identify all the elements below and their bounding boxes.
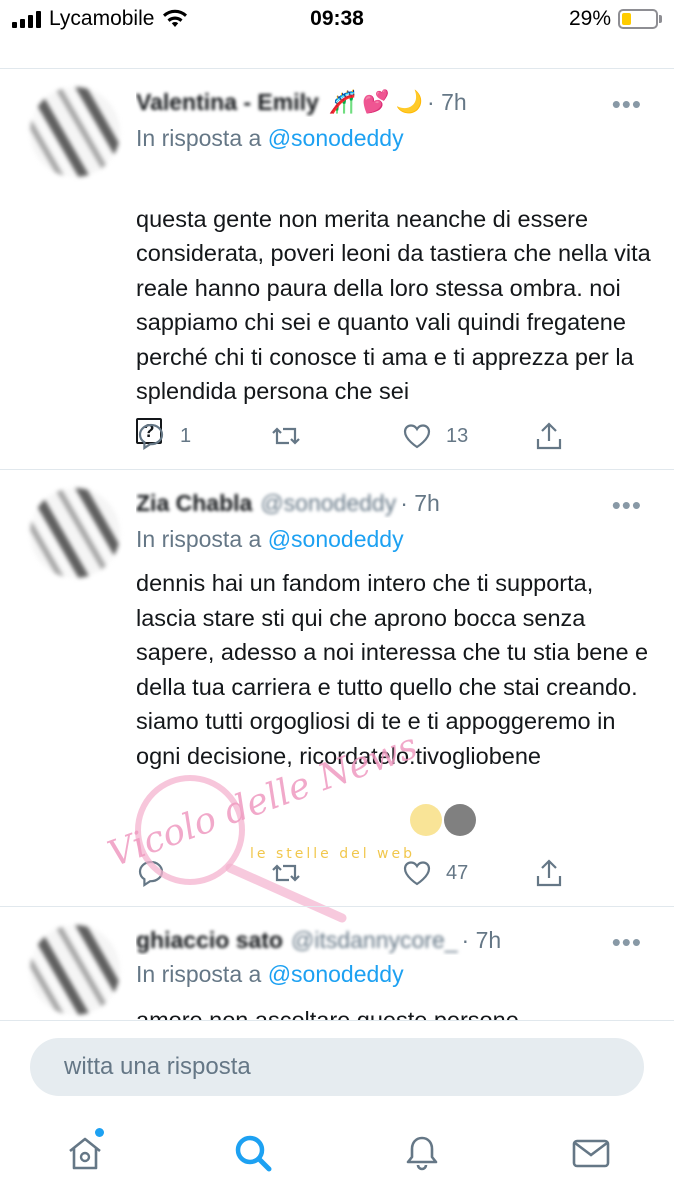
tweet-text: dennis hai un fandom intero che ti suppo… bbox=[136, 570, 649, 769]
like-count: 47 bbox=[446, 861, 469, 884]
more-options-icon[interactable]: ••• bbox=[612, 929, 642, 955]
reply-prefix: In risposta a bbox=[136, 961, 262, 987]
tweet-text: amore non ascoltare queste persone bbox=[136, 1007, 519, 1020]
retweet-icon bbox=[272, 427, 300, 445]
tab-notifications[interactable] bbox=[401, 1132, 443, 1174]
battery-icon bbox=[618, 9, 658, 29]
reply-button[interactable]: 1 bbox=[136, 419, 191, 453]
status-bar: Lycamobile 09:38 29% bbox=[0, 0, 674, 38]
reply-context: In risposta a @sonodeddy bbox=[136, 526, 404, 553]
like-count: 13 bbox=[446, 424, 469, 447]
search-icon bbox=[235, 1135, 272, 1172]
battery-percentage: 29% bbox=[568, 7, 611, 30]
reply-input[interactable]: witta una risposta bbox=[30, 1038, 644, 1096]
author-name[interactable]: ghiaccio sato bbox=[136, 927, 283, 954]
twitter-thread-screen: 1 3 Lycamobile 09:38 29% bbox=[0, 0, 674, 1200]
tweet-time: · 7h bbox=[400, 489, 440, 516]
reply-context: In risposta a @sonodeddy bbox=[136, 125, 404, 152]
tweet-reply-2[interactable]: Zia Chabla @sonodeddy · 7h ••• In rispos… bbox=[0, 470, 674, 906]
tweet-header: Valentina - Emily 🎢 💕 🌙 · 7h bbox=[136, 87, 624, 117]
tab-home[interactable] bbox=[64, 1128, 106, 1174]
tweet-time: · 7h bbox=[427, 88, 467, 115]
tab-messages[interactable] bbox=[570, 1132, 612, 1174]
reply-icon bbox=[138, 423, 164, 451]
tab-search[interactable] bbox=[232, 1132, 274, 1174]
reply-button[interactable] bbox=[136, 856, 180, 890]
like-button[interactable]: 13 bbox=[402, 419, 468, 453]
avatar[interactable] bbox=[30, 925, 120, 1015]
tweet-text: questa gente non merita neanche di esser… bbox=[136, 167, 656, 444]
home-icon bbox=[69, 1137, 101, 1170]
retweet-button[interactable] bbox=[270, 856, 316, 890]
name-emojis: 🎢 💕 🌙 bbox=[329, 91, 423, 113]
like-icon bbox=[403, 861, 431, 886]
tweet-text-content: questa gente non merita neanche di esser… bbox=[136, 205, 651, 405]
share-icon bbox=[536, 422, 562, 450]
tweet-reply-3[interactable]: ghiaccio sato @itsdannycore_ · 7h ••• In… bbox=[0, 907, 674, 1020]
tweet-actions: 1 13 bbox=[136, 419, 576, 453]
tab-bar bbox=[0, 1114, 674, 1200]
retweet-button[interactable] bbox=[270, 419, 316, 453]
share-button[interactable] bbox=[534, 419, 564, 453]
tweet-actions: 47 bbox=[136, 856, 576, 890]
reply-context: In risposta a @sonodeddy bbox=[136, 961, 404, 988]
more-options-icon[interactable]: ••• bbox=[612, 492, 642, 518]
share-button[interactable] bbox=[534, 856, 564, 890]
like-icon bbox=[403, 424, 431, 449]
tweet-reply-1[interactable]: Valentina - Emily 🎢 💕 🌙 · 7h ••• In risp… bbox=[0, 69, 674, 469]
roller-coaster-emoji: 🎢 bbox=[328, 89, 357, 114]
reply-prefix: In risposta a bbox=[136, 125, 262, 151]
avatar[interactable] bbox=[30, 488, 120, 578]
reply-icon bbox=[138, 860, 164, 888]
avatar[interactable] bbox=[30, 87, 120, 177]
crescent-moon-emoji: 🌙 bbox=[395, 89, 424, 114]
author-name[interactable]: Zia Chabla bbox=[136, 490, 252, 517]
more-options-icon[interactable]: ••• bbox=[612, 91, 642, 117]
reply-handle-link[interactable]: @sonodeddy bbox=[268, 961, 404, 987]
reply-count: 1 bbox=[180, 424, 192, 447]
reply-handle-link[interactable]: @sonodeddy bbox=[268, 526, 404, 552]
envelope-icon bbox=[572, 1139, 610, 1168]
share-icon bbox=[536, 859, 562, 887]
tweet-time: · 7h bbox=[461, 926, 502, 953]
author-handle: @itsdannycore_ bbox=[290, 926, 458, 953]
author-handle: @sonodeddy bbox=[260, 489, 397, 516]
tweet-header: Zia Chabla @sonodeddy · 7h bbox=[136, 488, 624, 518]
battery-level-fill bbox=[622, 13, 631, 25]
like-button[interactable]: 47 bbox=[402, 856, 468, 890]
bell-icon bbox=[406, 1136, 438, 1171]
retweet-icon bbox=[272, 864, 300, 882]
two-hearts-emoji: 💕 bbox=[362, 89, 390, 114]
new-content-dot bbox=[95, 1128, 104, 1137]
author-name[interactable]: Valentina - Emily bbox=[136, 89, 319, 116]
battery-cap bbox=[659, 15, 662, 23]
reply-prefix: In risposta a bbox=[136, 526, 262, 552]
reply-handle-link[interactable]: @sonodeddy bbox=[268, 125, 404, 151]
tweet-header: ghiaccio sato @itsdannycore_ · 7h bbox=[136, 925, 624, 955]
